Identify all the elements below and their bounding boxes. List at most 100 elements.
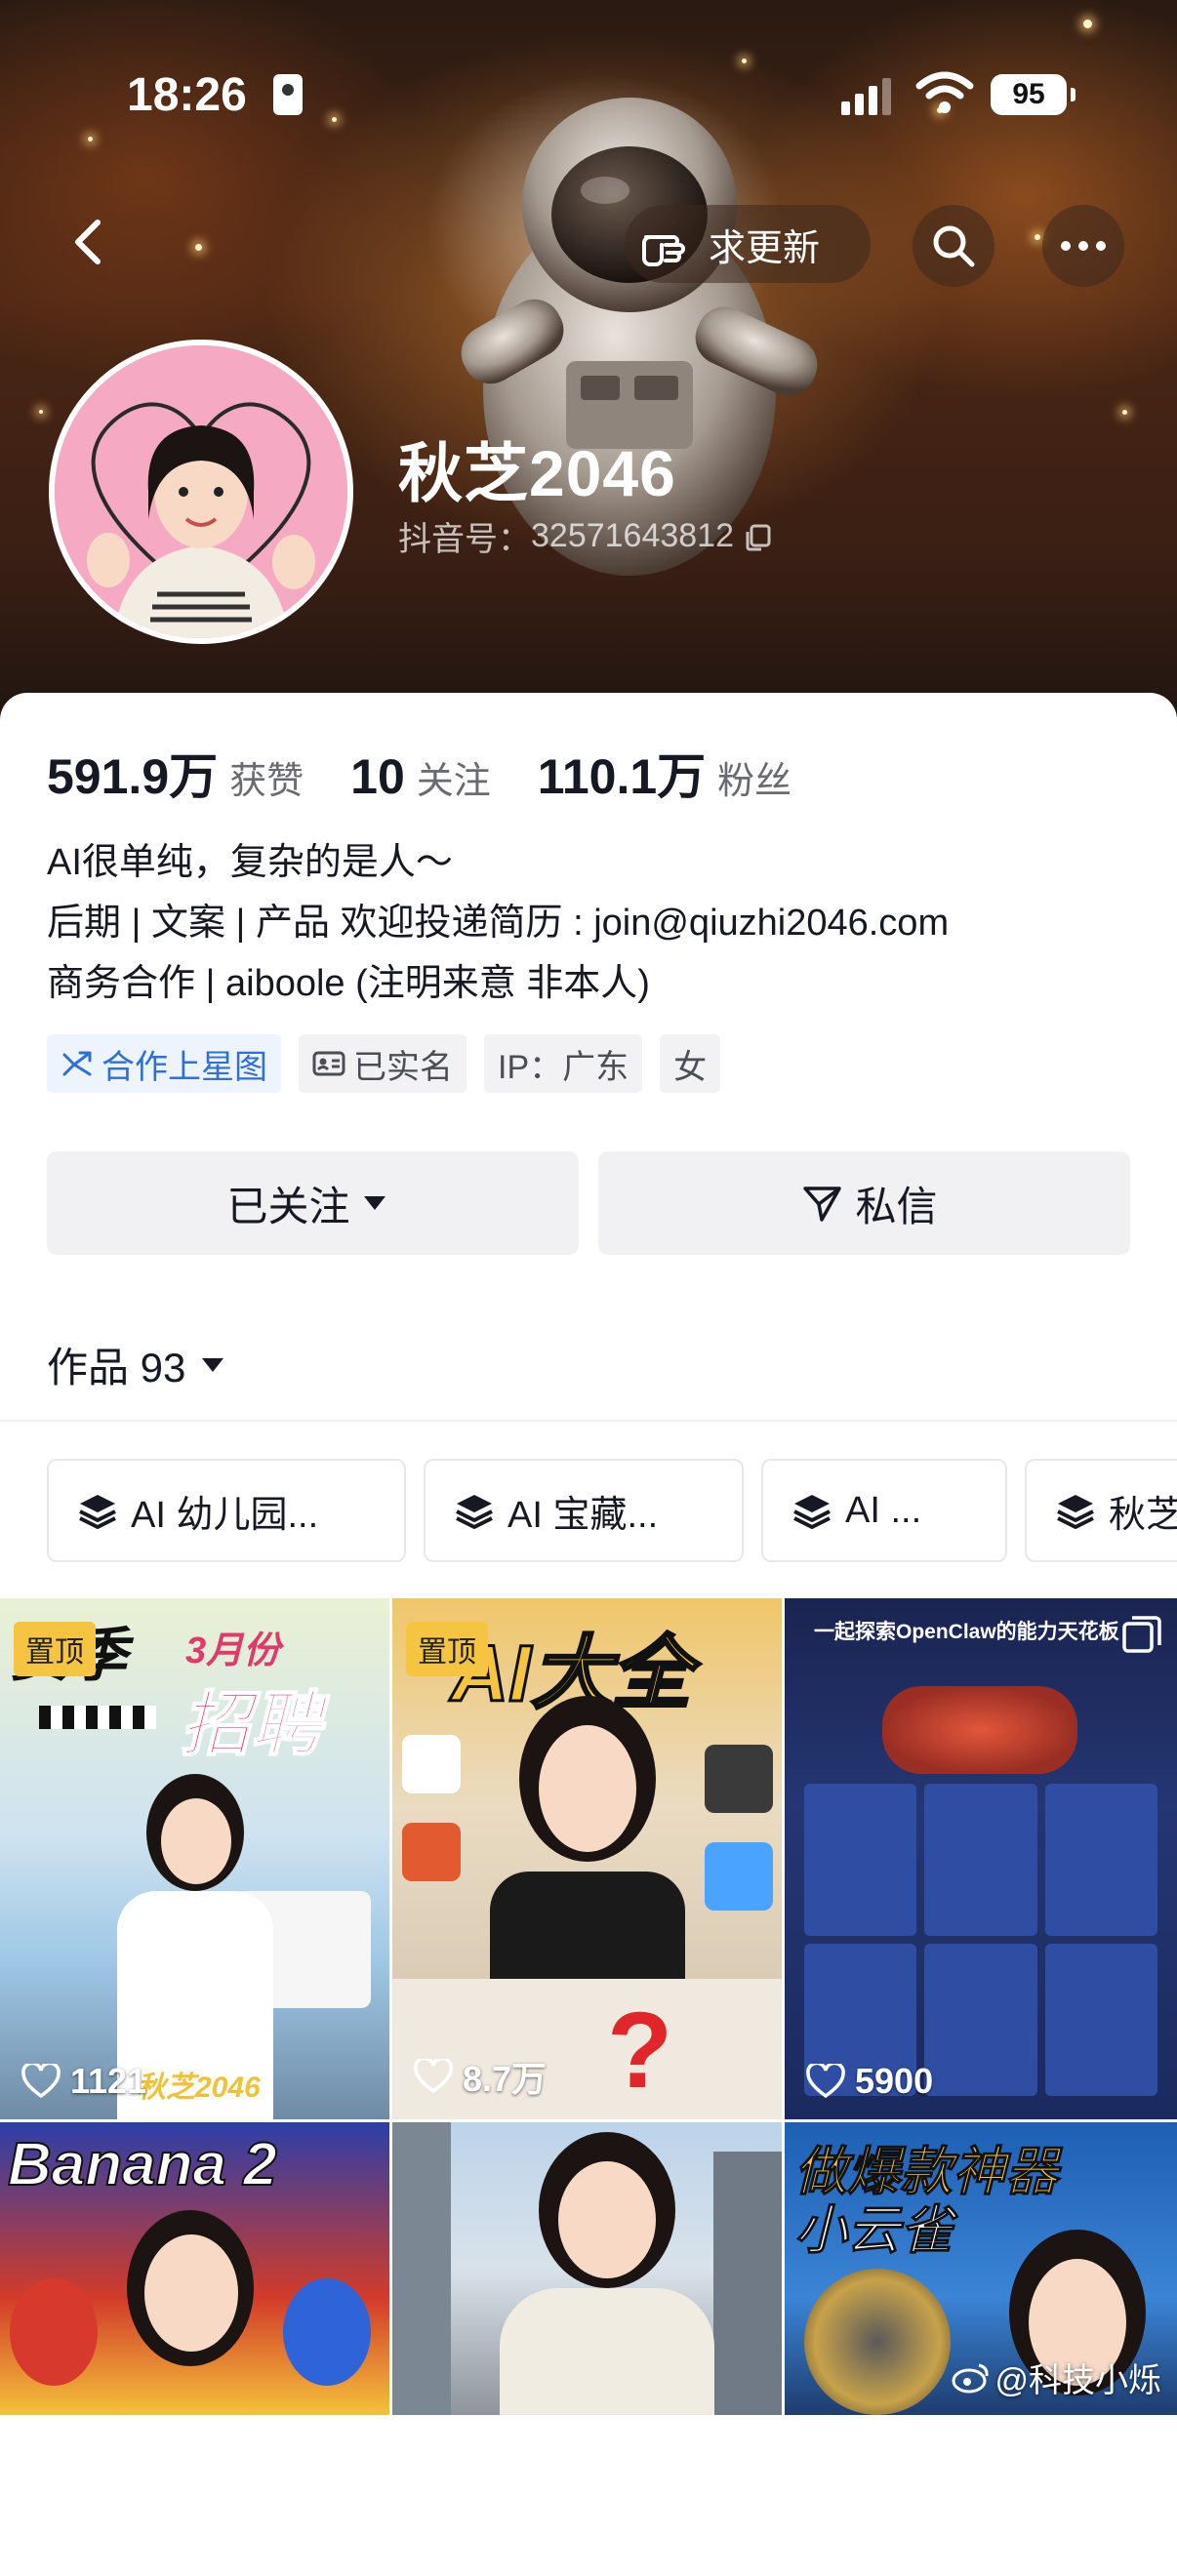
like-count: 1121 — [21, 2061, 146, 2102]
works-tab[interactable]: 作品 93 — [47, 1335, 226, 1394]
action-buttons: 已关注 私信 — [47, 1151, 1130, 1255]
divider — [0, 1420, 1177, 1422]
person-suit — [490, 1872, 685, 1989]
collection-chip-label: AI ... — [845, 1489, 922, 1531]
speaker-card — [1044, 1944, 1157, 2096]
heart-icon — [21, 2064, 61, 2099]
like-count-value: 5900 — [855, 2061, 934, 2101]
video-thumbnail[interactable]: 赛季 3月份 招聘 置顶 秋芝2046 1121 — [0, 1598, 392, 2119]
video-grid: 赛季 3月份 招聘 置顶 秋芝2046 1121 AI大全 ? 置顶 — [0, 1598, 1177, 2415]
building-shape — [392, 2122, 451, 2415]
like-count-value: 1121 — [70, 2061, 147, 2101]
likes-count: 591.9万 — [47, 749, 219, 804]
caret-down-icon — [202, 1357, 224, 1372]
video-thumbnail[interactable] — [392, 2122, 785, 2415]
bio-line: AI很单纯，复杂的是人～ — [47, 842, 453, 883]
collection-chip[interactable]: AI ... — [761, 1459, 1007, 1562]
collection-chip[interactable]: AI 宝藏... — [424, 1459, 744, 1562]
person-face — [161, 1798, 231, 1884]
watermark: @科技小烁 — [952, 2354, 1161, 2401]
app-logo-tile — [402, 1823, 461, 1881]
top-navigation: 求更新 — [0, 195, 1177, 293]
cellular-signal-icon — [841, 76, 891, 115]
star-map-tag[interactable]: 合作上星图 — [47, 1034, 281, 1093]
pinned-badge: 置顶 — [406, 1622, 488, 1676]
message-button-label: 私信 — [855, 1183, 938, 1229]
followers-label[interactable]: 粉丝 — [717, 750, 791, 804]
pointing-hand-icon — [642, 235, 685, 266]
stack-icon — [456, 1495, 493, 1529]
following-label[interactable]: 关注 — [417, 750, 491, 804]
followers-count[interactable]: 110.1万 — [538, 738, 706, 808]
copy-icon[interactable] — [742, 520, 775, 553]
collection-chip-label: AI 宝藏... — [507, 1494, 659, 1536]
douyin-id-row: 抖音号： 32571643812 — [398, 512, 775, 560]
collection-chip[interactable]: AI 幼儿园... — [47, 1459, 406, 1562]
app-logo-tile — [705, 1745, 773, 1813]
watermark-text: @科技小烁 — [994, 2362, 1161, 2399]
person-top — [500, 2288, 714, 2415]
stack-icon — [793, 1495, 831, 1529]
like-count: 8.7万 — [414, 2051, 547, 2102]
likes-label: 获赞 — [229, 761, 304, 802]
more-options-button[interactable] — [1042, 205, 1124, 287]
caret-down-icon — [363, 1196, 386, 1210]
like-count-value: 8.7万 — [463, 2059, 548, 2099]
video-thumbnail[interactable]: AI大全 ? 置顶 8.7万 — [392, 1598, 785, 2119]
speaker-card — [924, 1784, 1037, 1936]
thumbnail-caption: 秋芝2046 — [137, 2072, 261, 2104]
ip-location-tag: IP：广东 — [484, 1034, 643, 1093]
multi-image-icon — [1122, 1616, 1161, 1653]
bio-line: 商务合作 | aiboole (注明来意 非本人) — [47, 963, 650, 1004]
following-count[interactable]: 10 — [350, 748, 405, 805]
speaker-grid — [804, 1784, 1157, 2096]
app-logo-tile — [402, 1735, 461, 1793]
wifi-icon — [915, 71, 974, 113]
following-button[interactable]: 已关注 — [47, 1151, 579, 1255]
verified-tag: 已实名 — [299, 1034, 467, 1093]
douyin-id-label: 抖音号： — [398, 521, 531, 558]
back-arrow-icon[interactable] — [59, 211, 121, 273]
person-face — [539, 1725, 636, 1852]
pinned-badge: 置顶 — [14, 1622, 96, 1676]
sim-card-icon — [273, 74, 303, 115]
following-button-label: 已关注 — [226, 1183, 350, 1229]
checker-decoration — [39, 1706, 156, 1729]
boxing-glove — [283, 2278, 371, 2386]
star-map-icon — [62, 1051, 92, 1076]
search-icon — [933, 225, 975, 267]
collection-chip-label: AI 幼儿园... — [131, 1494, 319, 1536]
verified-label: 已实名 — [353, 1048, 453, 1086]
collections-row: AI 幼儿园... AI 宝藏... AI ... 秋芝 — [47, 1459, 1177, 1562]
video-thumbnail[interactable]: 一起探索OpenClaw的能力天花板 5900 — [785, 1598, 1177, 2119]
profile-tags: 合作上星图 已实名 IP：广东 女 — [47, 1034, 721, 1093]
vault-door — [804, 2269, 951, 2415]
like-count: 5900 — [806, 2061, 933, 2102]
star-map-label: 合作上星图 — [101, 1048, 267, 1086]
bio: AI很单纯，复杂的是人～ 后期 | 文案 | 产品 欢迎投递简历 : join@… — [47, 832, 949, 1014]
star — [39, 410, 43, 414]
thumbnail-title: 一起探索OpenClaw的能力天花板 — [814, 1621, 1119, 1643]
search-button[interactable] — [913, 205, 994, 287]
message-button[interactable]: 私信 — [598, 1151, 1130, 1255]
thumbnail-title: 3月份 — [185, 1630, 281, 1671]
avatar[interactable] — [49, 340, 353, 644]
request-update-button[interactable]: 求更新 — [625, 205, 871, 283]
send-icon — [803, 1187, 842, 1222]
person-face — [558, 2161, 656, 2278]
video-thumbnail[interactable]: Banana 2 — [0, 2122, 392, 2415]
profile-name: 秋芝2046 — [398, 437, 676, 509]
collection-chip[interactable]: 秋芝 — [1025, 1459, 1177, 1562]
speaker-card — [924, 1944, 1037, 2096]
building-shape — [713, 2152, 782, 2415]
avatar-image — [55, 345, 347, 638]
heart-icon — [414, 2059, 453, 2094]
profile-stats: 591.9万 获赞 10 关注 110.1万 粉丝 — [47, 738, 838, 808]
status-time: 18:26 — [127, 69, 247, 121]
douyin-id-value: 32571643812 — [531, 517, 735, 554]
request-update-label: 求更新 — [709, 227, 821, 269]
video-thumbnail[interactable]: 做爆款神器 小云雀 @科技小烁 — [785, 2122, 1177, 2415]
status-bar: 18:26 95 — [0, 0, 1177, 195]
app-logo-tile — [705, 1842, 773, 1911]
stack-icon — [1057, 1495, 1094, 1529]
